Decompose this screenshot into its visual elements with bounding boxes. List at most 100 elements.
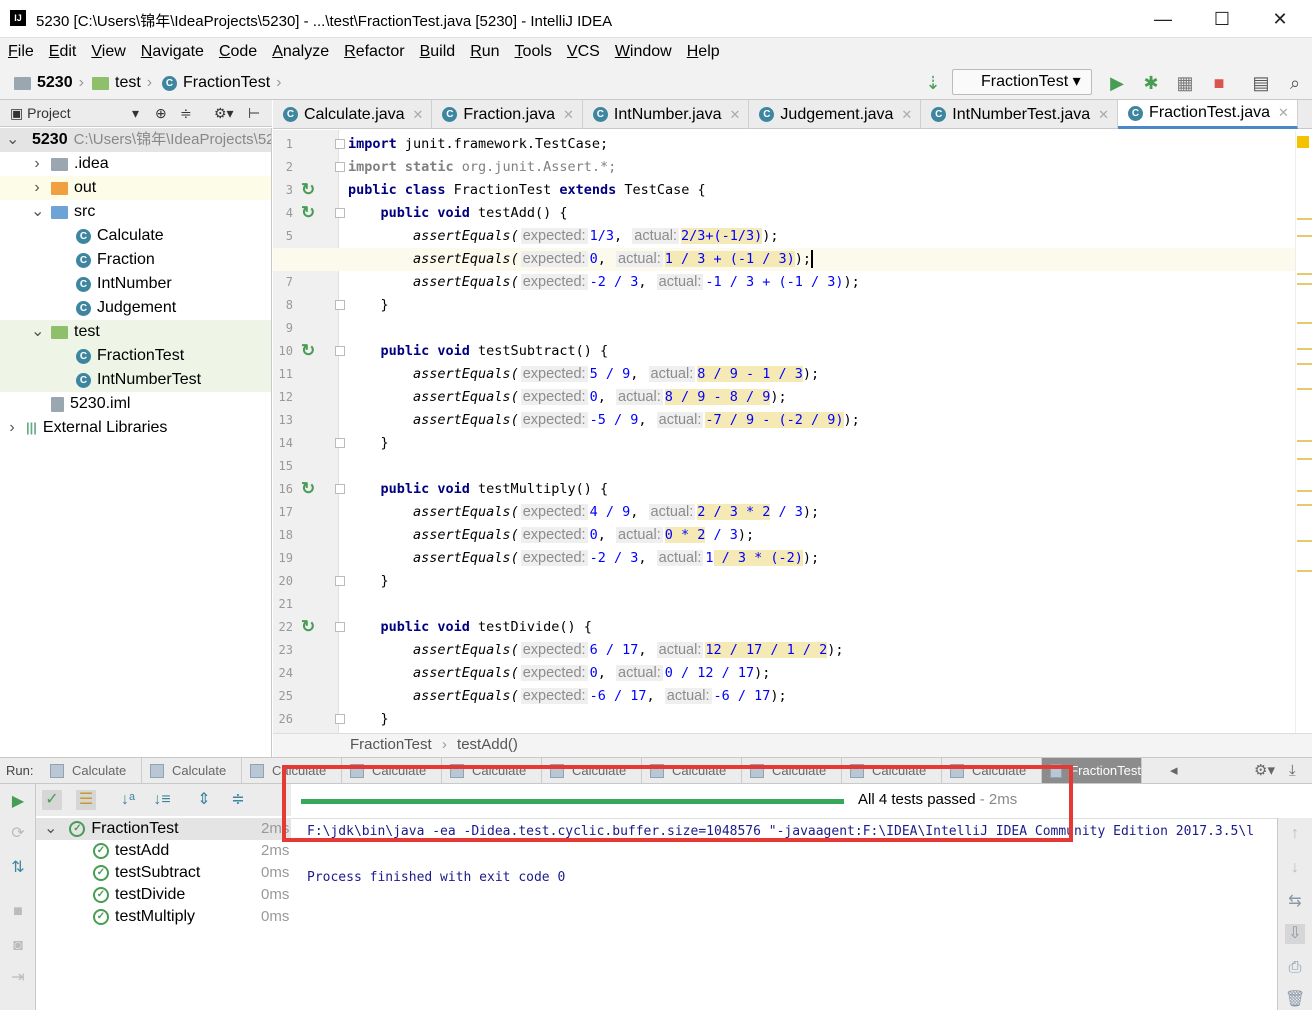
down-arrow-icon[interactable]: ↓ bbox=[1285, 858, 1305, 878]
menu-run[interactable]: Run bbox=[470, 38, 499, 65]
chevron-right-icon[interactable]: › bbox=[31, 176, 43, 200]
soft-wrap-icon[interactable]: ⇆ bbox=[1285, 892, 1305, 912]
tab-fractiontest-java[interactable]: C FractionTest.java ✕ bbox=[1118, 100, 1298, 129]
print-icon[interactable]: ⎙ bbox=[1285, 958, 1305, 978]
gear-icon[interactable]: ⚙▾ bbox=[1254, 758, 1275, 784]
minimize-button[interactable]: — bbox=[1148, 6, 1178, 32]
tree-item-calculate[interactable]: C Calculate bbox=[0, 224, 271, 248]
tree-item-5230-iml[interactable]: 5230.iml bbox=[0, 392, 271, 416]
maximize-button[interactable]: ☐ bbox=[1207, 6, 1237, 32]
tree-item-test[interactable]: ⌄ test bbox=[0, 320, 271, 344]
menu-edit[interactable]: Edit bbox=[49, 38, 77, 65]
menu-code[interactable]: Code bbox=[219, 38, 257, 65]
tree-item-judgement[interactable]: C Judgement bbox=[0, 296, 271, 320]
close-tab-icon[interactable]: ✕ bbox=[730, 107, 741, 123]
editor-scrollbar[interactable] bbox=[1295, 130, 1312, 733]
hide-icon[interactable]: ⤓ bbox=[1289, 758, 1296, 784]
toggle-auto-test-icon[interactable]: ⇅ bbox=[8, 858, 28, 878]
gear-icon[interactable]: ⚙▾ bbox=[214, 100, 234, 127]
tree-item-fraction[interactable]: C Fraction bbox=[0, 248, 271, 272]
test-result-fractiontest[interactable]: ⌄ ✓ FractionTest 2ms bbox=[36, 818, 291, 840]
code-editor[interactable]: 123↻4↻5678910↻111213141516↻171819202122↻… bbox=[273, 130, 1295, 733]
tab-intnumber-java[interactable]: C IntNumber.java ✕ bbox=[583, 100, 750, 129]
tree-item-external-libraries[interactable]: › ||| External Libraries bbox=[0, 416, 271, 440]
tree-item-src[interactable]: ⌄ src bbox=[0, 200, 271, 224]
chevron-down-icon[interactable]: ⌄ bbox=[31, 200, 44, 224]
chevron-down-icon[interactable]: ⌄ bbox=[6, 128, 19, 152]
chevron-right-icon[interactable]: › bbox=[31, 152, 43, 176]
hide-icon[interactable]: ⊢ bbox=[248, 100, 260, 127]
run-tab-calculate[interactable]: Calculate bbox=[42, 758, 142, 783]
debug-icon[interactable]: ✱ bbox=[1140, 72, 1162, 94]
search-icon[interactable]: ⌕ bbox=[1284, 72, 1306, 94]
chevron-down-icon[interactable]: ⌄ bbox=[44, 818, 57, 840]
tree-item-intnumber[interactable]: C IntNumber bbox=[0, 272, 271, 296]
tree-item-fractiontest[interactable]: C FractionTest bbox=[0, 344, 271, 368]
menu-vcs[interactable]: VCS bbox=[567, 38, 600, 65]
target-icon[interactable]: ⊕ bbox=[155, 100, 167, 127]
menu-build[interactable]: Build bbox=[420, 38, 456, 65]
nav-crumb-project[interactable]: 5230 › bbox=[14, 74, 90, 92]
stop-icon[interactable]: ■ bbox=[1208, 72, 1230, 94]
menu-navigate[interactable]: Navigate bbox=[141, 38, 204, 65]
collapse-icon[interactable]: ≑ bbox=[180, 100, 192, 127]
tree-item-intnumbertest[interactable]: C IntNumberTest bbox=[0, 368, 271, 392]
tree-item-5230[interactable]: ⌄ 5230 C:\Users\锦年\IdeaProjects\5230 bbox=[0, 128, 271, 152]
tab-intnumbertest-java[interactable]: C IntNumberTest.java ✕ bbox=[921, 100, 1119, 129]
tab-fraction-java[interactable]: C Fraction.java ✕ bbox=[432, 100, 583, 129]
rerun-failed-icon[interactable]: ⟳ bbox=[8, 824, 28, 844]
menu-window[interactable]: Window bbox=[615, 38, 672, 65]
tree-item-out[interactable]: › out bbox=[0, 176, 271, 200]
project-panel-title[interactable]: Project bbox=[27, 105, 71, 121]
collapse-all-icon[interactable]: ≑ bbox=[228, 790, 248, 810]
tree-item--idea[interactable]: › .idea bbox=[0, 152, 271, 176]
rerun-icon[interactable]: ▶ bbox=[8, 792, 28, 812]
run-configuration-select[interactable]: FractionTest ▾ bbox=[952, 69, 1092, 95]
sort-alpha-icon[interactable]: ↓ᵃ bbox=[118, 790, 138, 810]
project-structure-icon[interactable]: ▤ bbox=[1250, 72, 1272, 94]
parameter-hint: actual: bbox=[664, 688, 712, 704]
menu-file[interactable]: File bbox=[8, 38, 34, 65]
breadcrumb-method[interactable]: testAdd() bbox=[457, 736, 518, 753]
menu-help[interactable]: Help bbox=[687, 38, 720, 65]
scroll-to-end-icon[interactable]: ⇩ bbox=[1285, 924, 1305, 944]
tab-calculate-java[interactable]: C Calculate.java ✕ bbox=[273, 100, 433, 129]
nav-crumb-folder[interactable]: test › bbox=[92, 74, 158, 92]
sort-duration-icon[interactable]: ↓≡ bbox=[152, 790, 172, 810]
test-result-testmultiply[interactable]: ✓ testMultiply 0ms bbox=[36, 906, 291, 928]
menu-view[interactable]: View bbox=[91, 38, 125, 65]
stop-icon[interactable]: ■ bbox=[8, 902, 28, 922]
run-tab-calculate[interactable]: Calculate bbox=[142, 758, 242, 783]
close-tab-icon[interactable]: ✕ bbox=[1098, 107, 1109, 123]
up-arrow-icon[interactable]: ↑ bbox=[1285, 824, 1305, 844]
camera-icon[interactable]: ◙ bbox=[8, 936, 28, 956]
chevron-down-icon[interactable]: ⌄ bbox=[31, 320, 44, 344]
export-icon[interactable]: ⇥ bbox=[8, 968, 28, 988]
console-output[interactable]: F:\jdk\bin\java -ea -Didea.test.cyclic.b… bbox=[291, 818, 1277, 1010]
show-ignored-icon[interactable]: ☰ bbox=[76, 790, 96, 810]
nav-crumb-file[interactable]: C FractionTest › bbox=[162, 74, 287, 92]
expand-all-icon[interactable]: ⇕ bbox=[194, 790, 214, 810]
tab-judgement-java[interactable]: C Judgement.java ✕ bbox=[749, 100, 922, 129]
coverage-icon[interactable]: ▦ bbox=[1174, 72, 1196, 94]
menu-refactor[interactable]: Refactor bbox=[344, 38, 404, 65]
breadcrumb-class[interactable]: FractionTest bbox=[350, 736, 432, 753]
trash-icon[interactable]: 🗑 bbox=[1285, 990, 1305, 1010]
close-tab-icon[interactable]: ✕ bbox=[563, 107, 574, 123]
show-passed-icon[interactable]: ✓ bbox=[42, 790, 62, 810]
close-tab-icon[interactable]: ✕ bbox=[901, 107, 912, 123]
scroll-tabs-left-icon[interactable]: ◂ bbox=[1170, 758, 1178, 784]
test-result-testdivide[interactable]: ✓ testDivide 0ms bbox=[36, 884, 291, 906]
close-tab-icon[interactable]: ✕ bbox=[413, 107, 424, 123]
build-icon[interactable]: ⇣ bbox=[922, 72, 944, 94]
menu-analyze[interactable]: Analyze bbox=[272, 38, 329, 65]
run-icon[interactable]: ▶ bbox=[1106, 72, 1128, 94]
test-result-testsubtract[interactable]: ✓ testSubtract 0ms bbox=[36, 862, 291, 884]
chevron-right-icon[interactable]: › bbox=[6, 416, 18, 440]
close-button[interactable]: ✕ bbox=[1265, 6, 1295, 32]
chevron-down-icon[interactable]: ▾ bbox=[132, 100, 139, 127]
test-result-testadd[interactable]: ✓ testAdd 2ms bbox=[36, 840, 291, 862]
close-tab-icon[interactable]: ✕ bbox=[1278, 105, 1289, 121]
menu-tools[interactable]: Tools bbox=[515, 38, 552, 65]
